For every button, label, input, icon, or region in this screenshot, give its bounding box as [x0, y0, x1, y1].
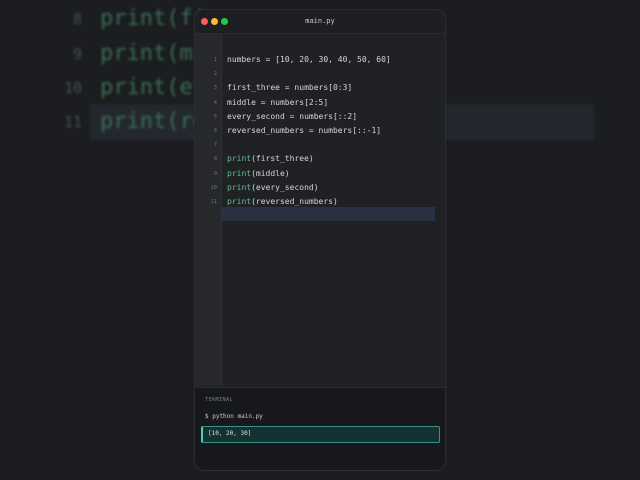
code-token: (every_second): [251, 182, 319, 192]
keyword-token: print: [227, 182, 252, 192]
line-number: 3: [213, 85, 217, 92]
code-token: numbers = [10, 20, 30, 40, 50, 60]: [227, 55, 391, 64]
code-text: reversed_numbers = numbers[::-1]: [227, 124, 381, 138]
code-editor[interactable]: 1 numbers = [10, 20, 30, 40, 50, 60] 2 3 fir…: [195, 34, 445, 410]
code-token: first_three = numbers[0:3]: [227, 83, 353, 93]
line-number: 1: [213, 57, 217, 63]
line-number: 4: [213, 99, 217, 106]
code-line[interactable]: 4 middle = numbers[2:5]: [195, 96, 445, 110]
code-text: print(reversed_numbers): [227, 195, 338, 209]
code-line[interactable]: 10 print(every_second): [195, 181, 445, 195]
current-line-highlight: [222, 207, 435, 221]
line-number: 10: [210, 184, 217, 191]
keyword-token: print: [227, 154, 252, 164]
code-line[interactable]: 6 reversed_numbers = numbers[::-1]: [195, 124, 445, 138]
keyword-token: print: [227, 168, 252, 178]
background-line-number: 11: [63, 113, 82, 131]
code-token: (middle): [251, 168, 290, 178]
code-line[interactable]: 8 print(first_three): [195, 152, 445, 166]
code-line[interactable]: 9 print(middle): [195, 167, 445, 181]
background-line-number: 9: [72, 45, 82, 63]
line-number: 9: [213, 170, 217, 177]
line-number: 5: [213, 113, 217, 120]
code-text: print(first_three): [227, 152, 314, 166]
minimize-window-button[interactable]: [211, 18, 218, 25]
code-line[interactable]: 3 first_three = numbers[0:3]: [195, 81, 445, 95]
title-bar: main.py: [195, 10, 445, 34]
line-number: 11: [210, 199, 217, 205]
code-token: (first_three): [251, 154, 314, 164]
code-text: middle = numbers[2:5]: [227, 96, 328, 110]
code-text: every_second = numbers[::2]: [227, 110, 357, 124]
editor-window: main.py 1 numbers = [10, 20, 30, 40, 50, …: [195, 10, 445, 470]
code-token: every_second = numbers[::2]: [227, 111, 358, 121]
terminal-command: $ python main.py: [205, 413, 263, 420]
code-token: middle = numbers[2:5]: [227, 97, 329, 107]
code-line[interactable]: 2: [195, 67, 445, 81]
background-line-code: print(fi: [100, 6, 206, 31]
close-window-button[interactable]: [201, 18, 208, 25]
window-title: main.py: [305, 17, 335, 25]
line-number: 7: [213, 142, 217, 149]
code-text: numbers = [10, 20, 30, 40, 50, 60]: [227, 53, 391, 67]
code-line[interactable]: 11 print(reversed_numbers): [195, 195, 445, 209]
terminal-output-text: [10, 20, 30]: [208, 430, 252, 437]
maximize-window-button[interactable]: [221, 18, 228, 25]
code-text: print(middle): [227, 167, 290, 181]
line-number: 2: [213, 71, 217, 78]
code-line[interactable]: 1 numbers = [10, 20, 30, 40, 50, 60]: [195, 53, 445, 67]
terminal-label: TERMINAL: [205, 397, 234, 403]
code-text: first_three = numbers[0:3]: [227, 81, 352, 95]
keyword-token: print: [227, 197, 252, 206]
line-number: 6: [213, 128, 217, 134]
terminal-panel[interactable]: TERMINAL $ python main.py [10, 20, 30]: [195, 387, 445, 470]
code-token: (reversed_numbers): [251, 197, 338, 206]
code-line[interactable]: 7: [195, 138, 445, 152]
code-text: print(every_second): [227, 181, 319, 195]
code-token: reversed_numbers = numbers[::-1]: [227, 126, 382, 135]
terminal-output: [10, 20, 30]: [201, 426, 440, 443]
code-line[interactable]: 5 every_second = numbers[::2]: [195, 110, 445, 124]
background-line-number: 10: [63, 79, 82, 97]
background-line-number: 8: [72, 10, 82, 28]
line-number: 8: [213, 156, 217, 163]
